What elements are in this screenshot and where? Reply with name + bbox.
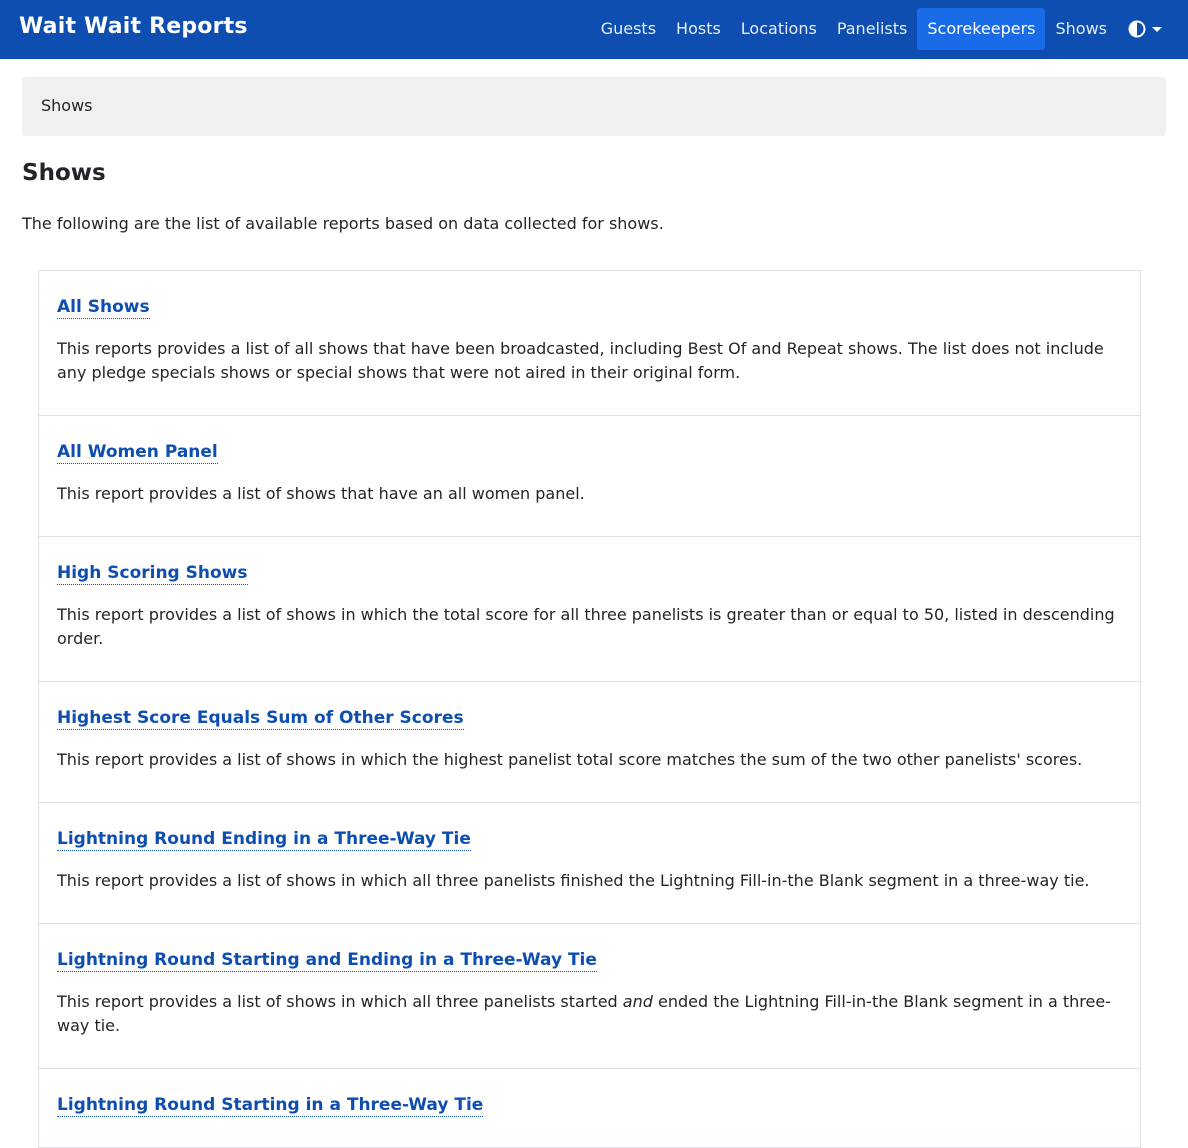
report-list: All Shows This reports provides a list o… xyxy=(38,270,1141,1148)
nav-link-shows[interactable]: Shows xyxy=(1045,8,1117,50)
report-link-highest-score-equals-sum[interactable]: Highest Score Equals Sum of Other Scores xyxy=(57,707,464,730)
report-description: This report provides a list of shows tha… xyxy=(57,484,585,503)
report-description: This report provides a list of shows in … xyxy=(57,750,1083,769)
list-item: All Shows This reports provides a list o… xyxy=(39,271,1140,416)
top-navbar: Wait Wait Reports Guests Hosts Locations… xyxy=(0,0,1188,59)
nav-link-locations[interactable]: Locations xyxy=(731,8,827,50)
nav-link-hosts[interactable]: Hosts xyxy=(666,8,731,50)
contrast-icon xyxy=(1128,20,1146,38)
report-description: This reports provides a list of all show… xyxy=(57,339,1104,382)
page-intro: The following are the list of available … xyxy=(22,214,664,233)
nav-link-scorekeepers[interactable]: Scorekeepers xyxy=(917,8,1046,50)
chevron-down-icon xyxy=(1152,26,1162,32)
report-description: This report provides a list of shows in … xyxy=(57,871,1090,890)
report-link-all-shows[interactable]: All Shows xyxy=(57,296,150,319)
report-description: This report provides a list of shows in … xyxy=(57,605,1115,648)
report-description-emphasis: and xyxy=(622,992,653,1011)
report-link-lightning-ending-tie[interactable]: Lightning Round Ending in a Three-Way Ti… xyxy=(57,828,471,851)
list-item: Lightning Round Ending in a Three-Way Ti… xyxy=(39,803,1140,924)
theme-toggle-dropdown[interactable] xyxy=(1128,8,1162,50)
breadcrumb: Shows xyxy=(22,77,1166,136)
breadcrumb-item-shows: Shows xyxy=(41,96,93,115)
report-link-lightning-starting-tie[interactable]: Lightning Round Starting in a Three-Way … xyxy=(57,1094,484,1117)
list-item: High Scoring Shows This report provides … xyxy=(39,537,1140,682)
nav-links: Guests Hosts Locations Panelists Scoreke… xyxy=(591,8,1117,50)
report-description: This report provides a list of shows in … xyxy=(57,990,1122,1038)
list-item: Lightning Round Starting in a Three-Way … xyxy=(39,1069,1140,1148)
report-description-start: This report provides a list of shows in … xyxy=(57,992,623,1011)
list-item: Highest Score Equals Sum of Other Scores… xyxy=(39,682,1140,803)
nav-link-panelists[interactable]: Panelists xyxy=(827,8,918,50)
list-item: All Women Panel This report provides a l… xyxy=(39,416,1140,537)
list-item: Lightning Round Starting and Ending in a… xyxy=(39,924,1140,1069)
page-title: Shows xyxy=(22,160,106,186)
report-link-high-scoring-shows[interactable]: High Scoring Shows xyxy=(57,562,248,585)
report-link-all-women-panel[interactable]: All Women Panel xyxy=(57,441,218,464)
nav-link-guests[interactable]: Guests xyxy=(591,8,666,50)
brand-link[interactable]: Wait Wait Reports xyxy=(19,14,248,39)
report-link-lightning-starting-ending-tie[interactable]: Lightning Round Starting and Ending in a… xyxy=(57,949,597,972)
